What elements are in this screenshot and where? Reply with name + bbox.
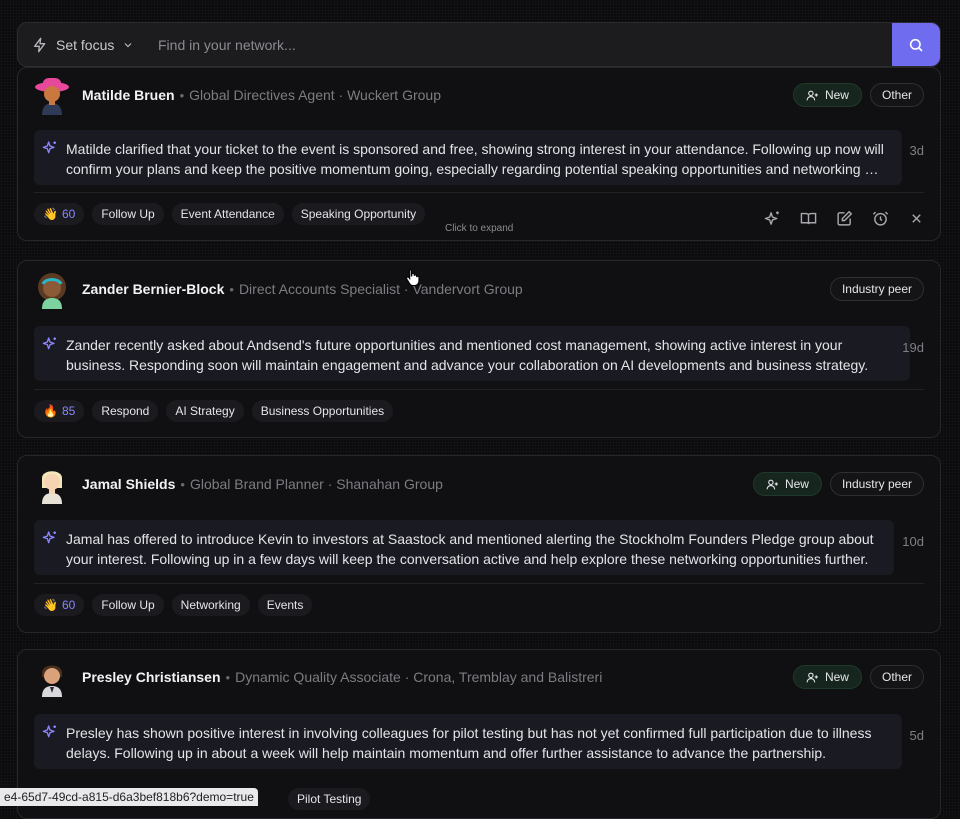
search-icon [908, 37, 924, 53]
contact-card[interactable]: Matilde Bruen • Global Directives Agent … [17, 67, 941, 241]
score-value: 85 [62, 404, 75, 418]
book-icon [800, 210, 817, 227]
set-focus-label: Set focus [56, 37, 114, 53]
card-actions [762, 208, 926, 228]
sparkle-icon [42, 140, 58, 156]
tag[interactable]: Business Opportunities [252, 400, 393, 422]
tag[interactable]: Events [258, 594, 313, 616]
sparkle-icon [764, 210, 781, 227]
avatar [34, 464, 70, 504]
contact-name[interactable]: Presley Christiansen [82, 669, 221, 685]
tag[interactable]: Follow Up [92, 594, 163, 616]
fire-icon: 🔥 [43, 404, 58, 418]
contact-name[interactable]: Zander Bernier-Block [82, 281, 224, 297]
contact-name[interactable]: Matilde Bruen [82, 87, 175, 103]
tag[interactable]: Pilot Testing [288, 788, 370, 810]
open-book-button[interactable] [798, 208, 818, 228]
separator-dot: • [229, 282, 234, 297]
user-plus-icon [806, 671, 819, 684]
divider [34, 389, 924, 390]
edit-button[interactable] [834, 208, 854, 228]
edit-icon [836, 210, 853, 227]
tag[interactable]: Event Attendance [172, 203, 284, 225]
summary-text: Matilde clarified that your ticket to th… [66, 139, 890, 179]
wave-icon: 👋 [43, 207, 58, 221]
new-badge: New [753, 472, 822, 496]
card-header: Zander Bernier-Block • Direct Accounts S… [34, 274, 924, 304]
avatar [34, 269, 70, 309]
new-badge: New [793, 665, 862, 689]
set-focus-button[interactable]: Set focus [18, 23, 158, 66]
new-badge: New [793, 83, 862, 107]
contact-role: Dynamic Quality Associate · Crona, Tremb… [235, 669, 602, 685]
contact-name[interactable]: Jamal Shields [82, 476, 175, 492]
card-header: Matilde Bruen • Global Directives Agent … [34, 80, 924, 110]
divider [34, 583, 924, 584]
age-label: 10d [902, 534, 924, 549]
age-label: 3d [910, 143, 924, 158]
divider [34, 192, 924, 193]
chevron-down-icon [122, 39, 134, 51]
contact-card[interactable]: Jamal Shields • Global Brand Planner · S… [17, 455, 941, 633]
category-badge: Industry peer [830, 277, 924, 301]
ai-sparkle-button[interactable] [762, 208, 782, 228]
wave-icon: 👋 [43, 598, 58, 612]
sparkle-icon [42, 530, 58, 546]
search-bar: Set focus [17, 22, 941, 67]
score-tag: 🔥 85 [34, 400, 84, 422]
category-badge: Other [870, 83, 924, 107]
score-value: 60 [62, 598, 75, 612]
score-tag: 👋 60 [34, 203, 84, 225]
separator-dot: • [226, 670, 231, 685]
search-input[interactable] [158, 23, 892, 66]
card-header: Jamal Shields • Global Brand Planner · S… [34, 469, 924, 499]
category-badge: Industry peer [830, 472, 924, 496]
new-badge-label: New [825, 88, 849, 102]
close-icon [909, 211, 924, 226]
sparkle-icon [42, 336, 58, 352]
tag-list: 🔥 85 Respond AI Strategy Business Opport… [34, 400, 393, 422]
new-badge-label: New [785, 477, 809, 491]
user-plus-icon [806, 89, 819, 102]
category-badge: Other [870, 665, 924, 689]
summary-box: Jamal has offered to introduce Kevin to … [34, 520, 894, 575]
user-plus-icon [766, 478, 779, 491]
avatar [34, 657, 70, 697]
separator-dot: • [180, 477, 185, 492]
alarm-clock-icon [872, 210, 889, 227]
avatar [34, 75, 70, 115]
contact-role: Direct Accounts Specialist · Vandervort … [239, 281, 523, 297]
search-button[interactable] [892, 23, 940, 66]
contact-card[interactable]: Zander Bernier-Block • Direct Accounts S… [17, 260, 941, 438]
summary-text: Jamal has offered to introduce Kevin to … [66, 529, 882, 569]
new-badge-label: New [825, 670, 849, 684]
separator-dot: • [180, 88, 185, 103]
age-label: 5d [910, 728, 924, 743]
status-url: e4-65d7-49cd-a815-d6a3bef818b6?demo=true [0, 788, 258, 806]
sparkle-icon [42, 724, 58, 740]
tag[interactable]: AI Strategy [166, 400, 243, 422]
tag[interactable]: Follow Up [92, 203, 163, 225]
contact-role: Global Brand Planner · Shanahan Group [190, 476, 443, 492]
contact-role: Global Directives Agent · Wuckert Group [189, 87, 441, 103]
score-value: 60 [62, 207, 75, 221]
tag-list: 👋 60 Follow Up Networking Events [34, 594, 312, 616]
age-label: 19d [902, 340, 924, 355]
expand-tooltip: Click to expand [445, 223, 513, 234]
score-tag: 👋 60 [34, 594, 84, 616]
tag[interactable]: Speaking Opportunity [292, 203, 425, 225]
lightning-icon [32, 37, 48, 53]
summary-box: Zander recently asked about Andsend's fu… [34, 326, 910, 381]
summary-box: Presley has shown positive interest in i… [34, 714, 902, 769]
tag[interactable]: Respond [92, 400, 158, 422]
summary-text: Presley has shown positive interest in i… [66, 723, 890, 763]
snooze-button[interactable] [870, 208, 890, 228]
card-header: Presley Christiansen • Dynamic Quality A… [34, 662, 924, 692]
hand-cursor-icon [405, 268, 421, 286]
dismiss-button[interactable] [906, 208, 926, 228]
summary-text: Zander recently asked about Andsend's fu… [66, 335, 898, 375]
tag[interactable]: Networking [172, 594, 250, 616]
summary-box: Matilde clarified that your ticket to th… [34, 130, 902, 185]
tag-list: 👋 60 Follow Up Event Attendance Speaking… [34, 203, 425, 225]
